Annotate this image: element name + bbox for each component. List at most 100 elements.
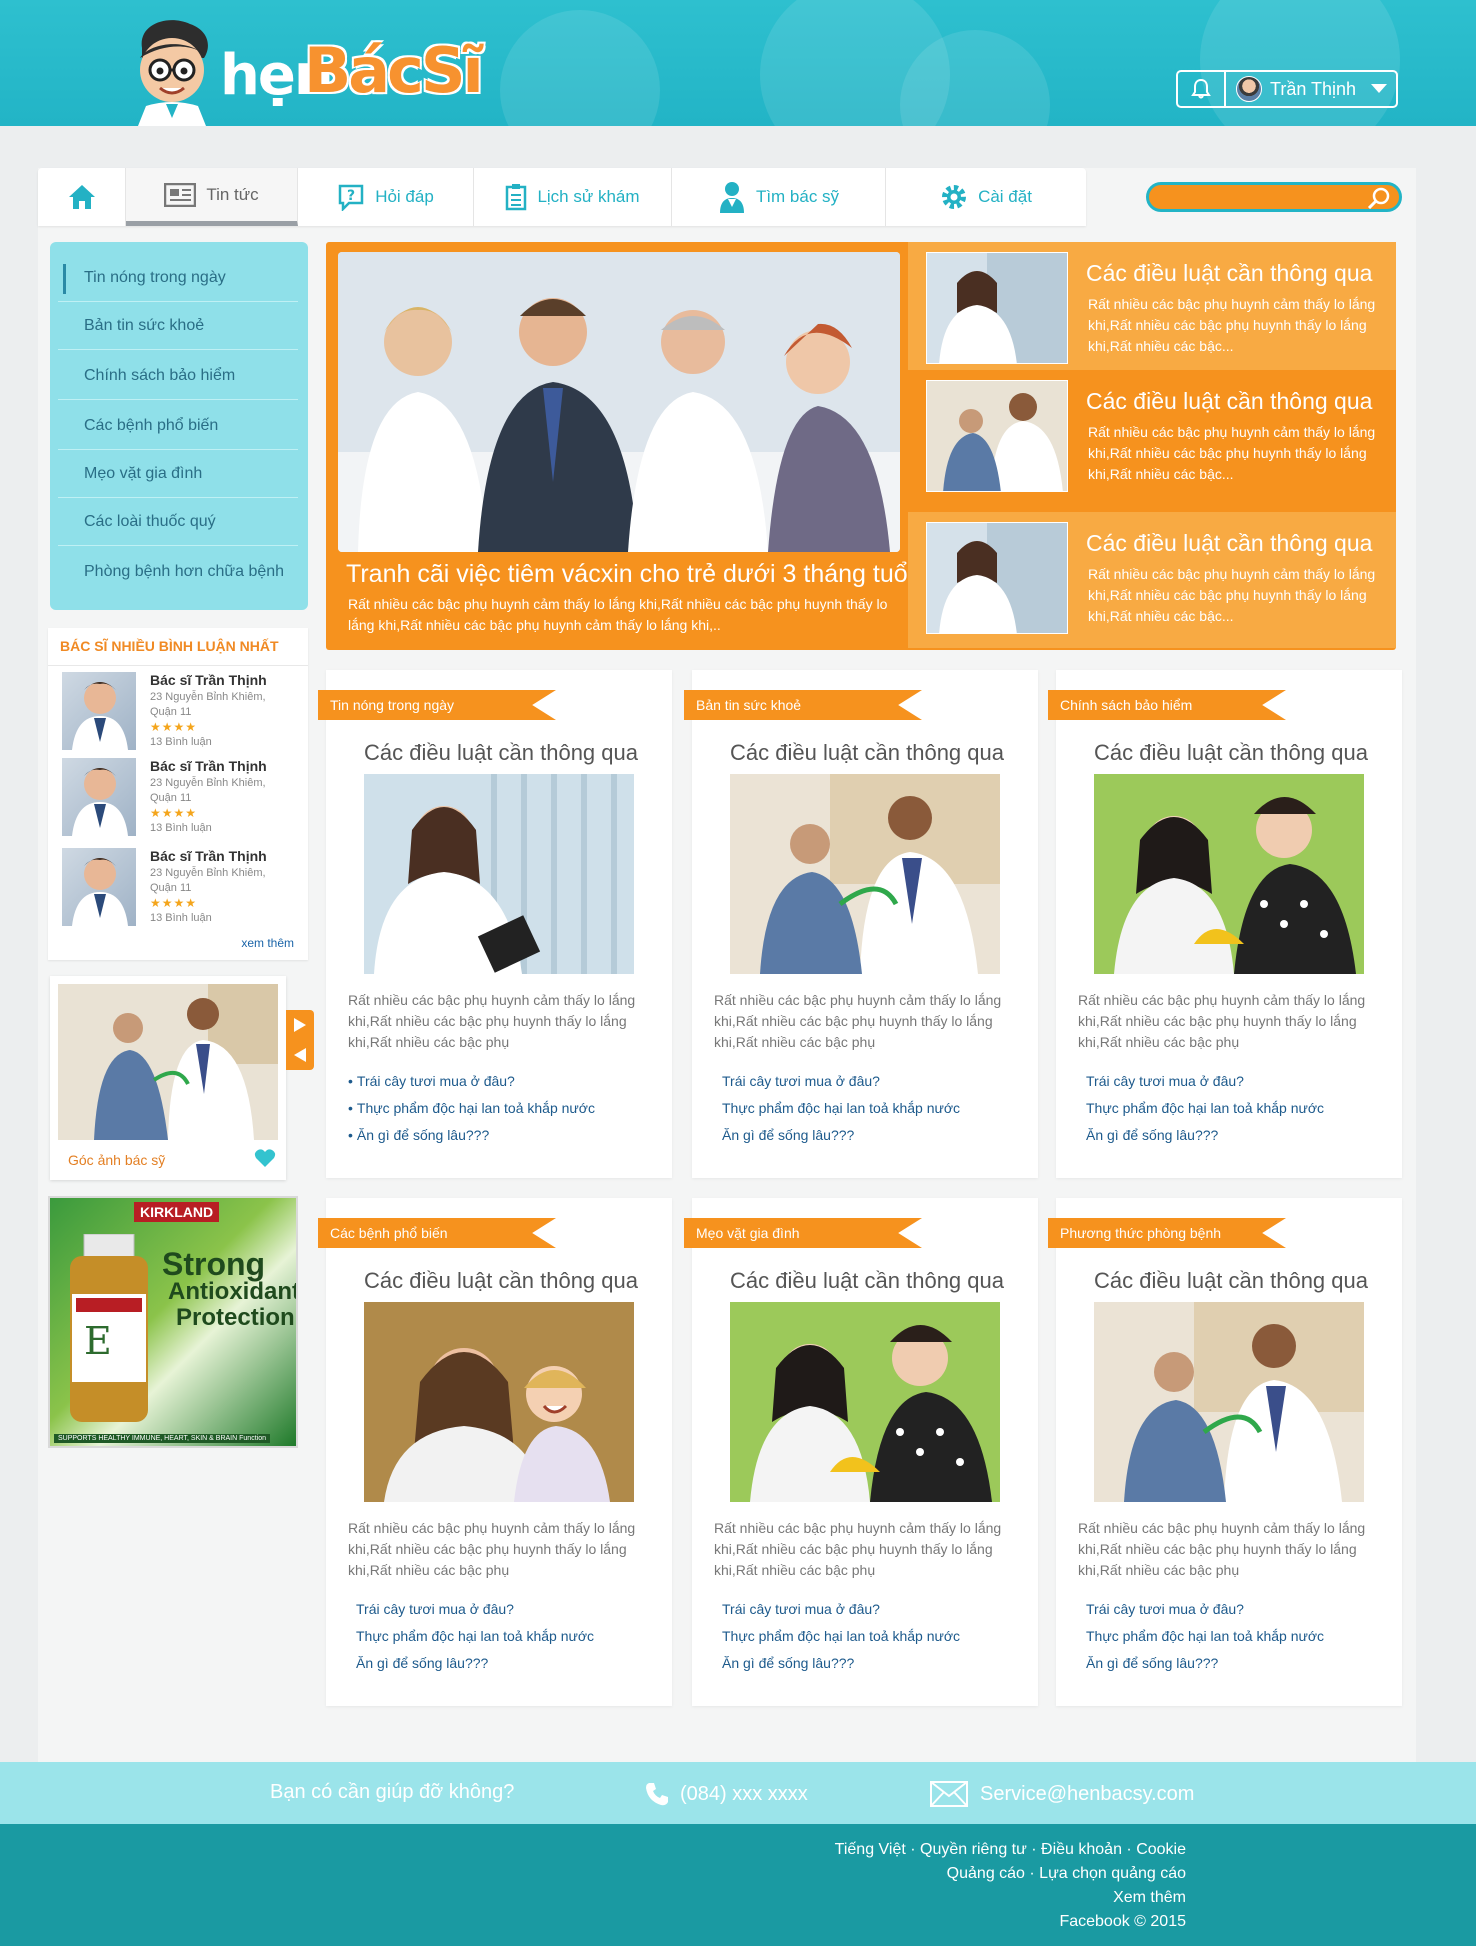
advertisement[interactable]: KIRKLAND E Strong Antioxidant Protection… — [48, 1196, 298, 1448]
card-title[interactable]: Các điều luật cần thông qua — [712, 1268, 1022, 1294]
card-link[interactable]: Ăn gì để sống lâu??? — [722, 1650, 960, 1677]
help-email[interactable]: Service@henbacsy.com — [930, 1781, 1194, 1807]
sidebar-item[interactable]: Bản tin sức khoẻ — [58, 302, 298, 350]
card-image[interactable] — [1094, 774, 1364, 974]
card-image[interactable] — [364, 774, 634, 974]
bell-icon[interactable] — [1178, 72, 1226, 106]
hero-image[interactable] — [338, 252, 900, 552]
arrow-left-icon[interactable] — [286, 1040, 314, 1070]
footer-line[interactable]: Quảng cáo · Lựa chọn quảng cáo — [835, 1862, 1186, 1886]
hero-title[interactable]: Tranh cãi việc tiêm vácxin cho trẻ dưới … — [346, 560, 913, 589]
card-link[interactable]: Thực phẩm độc hại lan toả khắp nước — [722, 1623, 960, 1650]
card-link[interactable]: Ăn gì để sống lâu??? — [356, 1122, 595, 1149]
card-category[interactable]: Các bệnh phổ biến — [318, 1218, 556, 1248]
card-title[interactable]: Các điều luật cần thông qua — [1076, 740, 1386, 766]
phone-icon — [646, 1783, 668, 1806]
vitamin-bottle-icon: E — [70, 1234, 148, 1422]
svg-text:?: ? — [347, 188, 355, 204]
card-link[interactable]: Trái cây tươi mua ở đâu? — [356, 1596, 594, 1623]
card-title[interactable]: Các điều luật cần thông qua — [712, 740, 1022, 766]
card-link[interactable]: Ăn gì để sống lâu??? — [1086, 1122, 1324, 1149]
hero-side-title: Các điều luật cần thông qua — [1086, 530, 1373, 556]
nav-label: Hỏi đáp — [375, 187, 434, 206]
card-link[interactable]: Ăn gì để sống lâu??? — [356, 1650, 594, 1677]
hero-side-item[interactable]: Các điều luật cần thông qua Rất nhiều cá… — [908, 370, 1396, 498]
doctor-entry[interactable]: Bác sĩ Trần Thịnh 23 Nguyễn Bỉnh Khiêm, … — [62, 848, 302, 932]
main-nav: Tin tức ? Hỏi đáp Lịch sử khám Tìm bác s… — [38, 168, 1086, 226]
top-doctors-box: BÁC SĨ NHIỀU BÌNH LUẬN NHẤT Bác sĩ Trần … — [48, 628, 308, 960]
hero-side-item[interactable]: Các điều luật cần thông qua Rất nhiều cá… — [908, 242, 1396, 370]
doctor-photo-corner[interactable]: Góc ảnh bác sỹ — [50, 976, 286, 1180]
sidebar-menu: Tin nóng trong ngày Bản tin sức khoẻ Chí… — [50, 242, 308, 610]
sidebar-item[interactable]: Tin nóng trong ngày — [58, 254, 298, 302]
help-phone[interactable]: (084) xxx xxxx — [644, 1781, 808, 1807]
nav-cai-dat[interactable]: Cài đặt — [886, 168, 1086, 226]
heart-icon[interactable] — [254, 1148, 276, 1168]
card-image[interactable] — [730, 1302, 1000, 1502]
help-question: Bạn có cần giúp đỡ không? — [270, 1781, 515, 1803]
doctor-entry[interactable]: Bác sĩ Trần Thịnh 23 Nguyễn Bỉnh Khiêm, … — [62, 758, 302, 842]
nav-tin-tuc[interactable]: Tin tức — [126, 168, 298, 226]
nav-lich-su-kham[interactable]: Lịch sử khám — [474, 168, 672, 226]
card-category[interactable]: Bản tin sức khoẻ — [684, 690, 922, 720]
sidebar-item[interactable]: Các loài thuốc quý — [58, 498, 298, 546]
hero-side-title: Các điều luật cần thông qua — [1086, 260, 1373, 286]
sidebar-item[interactable]: Chính sách bảo hiểm — [58, 352, 298, 400]
logo-text-bacsi: BácSĩ — [304, 34, 484, 107]
search-input[interactable] — [1146, 182, 1402, 212]
user-name: Trần Thịnh — [1270, 78, 1357, 99]
see-more-link[interactable]: xem thêm — [241, 936, 294, 950]
footer-line[interactable]: Tiếng Việt · Quyền riêng tư · Điều khoản… — [835, 1838, 1186, 1862]
card-title[interactable]: Các điều luật cần thông qua — [346, 1268, 656, 1294]
clipboard-icon — [506, 184, 527, 211]
nav-tim-bac-sy[interactable]: Tìm bác sỹ — [672, 168, 886, 226]
chevron-down-icon[interactable] — [1370, 83, 1388, 95]
bg-face — [500, 10, 660, 126]
search-icon[interactable] — [1367, 187, 1391, 209]
card-category[interactable]: Chính sách bảo hiểm — [1048, 690, 1286, 720]
sidebar-item[interactable]: Các bệnh phổ biến — [58, 402, 298, 450]
doctor-comments: 13 Bình luận — [150, 912, 212, 924]
card-link[interactable]: Ăn gì để sống lâu??? — [1086, 1650, 1324, 1677]
gallery-arrows[interactable] — [286, 1010, 314, 1070]
card-link[interactable]: Trái cây tươi mua ở đâu? — [722, 1596, 960, 1623]
card-link[interactable]: Trái cây tươi mua ở đâu? — [356, 1068, 595, 1095]
card-link[interactable]: Thực phẩm độc hại lan toả khắp nước — [356, 1095, 595, 1122]
card-description: Rất nhiều các bậc phụ huynh cảm thấy lo … — [714, 1520, 1002, 1578]
card-link[interactable]: Thực phẩm độc hại lan toả khắp nước — [1086, 1095, 1324, 1122]
card-link[interactable]: Trái cây tươi mua ở đâu? — [722, 1068, 960, 1095]
card-link[interactable]: Thực phẩm độc hại lan toả khắp nước — [722, 1095, 960, 1122]
doctor-rating: ★★★★ — [150, 720, 198, 734]
footer-line[interactable]: Xem thêm — [835, 1886, 1186, 1910]
card-image[interactable] — [364, 1302, 634, 1502]
card-link[interactable]: Ăn gì để sống lâu??? — [722, 1122, 960, 1149]
card-category[interactable]: Phương thức phòng bệnh — [1048, 1218, 1286, 1248]
nav-label: Cài đặt — [978, 187, 1032, 206]
arrow-right-icon[interactable] — [286, 1010, 314, 1040]
card-category[interactable]: Tin nóng trong ngày — [318, 690, 556, 720]
card-description: Rất nhiều các bậc phụ huynh cảm thấy lo … — [714, 992, 1002, 1050]
card-image[interactable] — [1094, 1302, 1364, 1502]
hero-side-item[interactable]: Các điều luật cần thông qua Rất nhiều cá… — [908, 512, 1396, 648]
card-image[interactable] — [730, 774, 1000, 974]
doctor-photo — [62, 758, 136, 836]
card-link[interactable]: Thực phẩm độc hại lan toả khắp nước — [356, 1623, 594, 1650]
card-title[interactable]: Các điều luật cần thông qua — [1076, 1268, 1386, 1294]
card-links: Trái cây tươi mua ở đâu? Thực phẩm độc h… — [722, 1068, 960, 1149]
nav-home[interactable] — [38, 168, 126, 226]
card-link[interactable]: Trái cây tươi mua ở đâu? — [1086, 1068, 1324, 1095]
card-title[interactable]: Các điều luật cần thông qua — [346, 740, 656, 766]
nav-label: Tin tức — [206, 184, 259, 204]
card-description: Rất nhiều các bậc phụ huynh cảm thấy lo … — [348, 992, 636, 1050]
sidebar-item[interactable]: Mẹo vặt gia đình — [58, 450, 298, 498]
nav-hoi-dap[interactable]: ? Hỏi đáp — [298, 168, 474, 226]
user-menu[interactable]: Trần Thịnh — [1176, 70, 1398, 108]
footer-links: Tiếng Việt · Quyền riêng tư · Điều khoản… — [835, 1838, 1186, 1934]
card-link[interactable]: Thực phẩm độc hại lan toả khắp nước — [1086, 1623, 1324, 1650]
doctor-entry[interactable]: Bác sĩ Trần Thịnh 23 Nguyễn Bỉnh Khiêm, … — [62, 672, 302, 756]
card-category[interactable]: Mẹo vặt gia đình — [684, 1218, 922, 1248]
doctor-address: 23 Nguyễn Bỉnh Khiêm, Quận 11 — [150, 867, 266, 894]
sidebar-item[interactable]: Phòng bệnh hơn chữa bệnh — [58, 548, 298, 596]
hero-side-desc: Rất nhiều các bậc phụ huynh cảm thấy lo … — [1088, 296, 1376, 354]
card-link[interactable]: Trái cây tươi mua ở đâu? — [1086, 1596, 1324, 1623]
